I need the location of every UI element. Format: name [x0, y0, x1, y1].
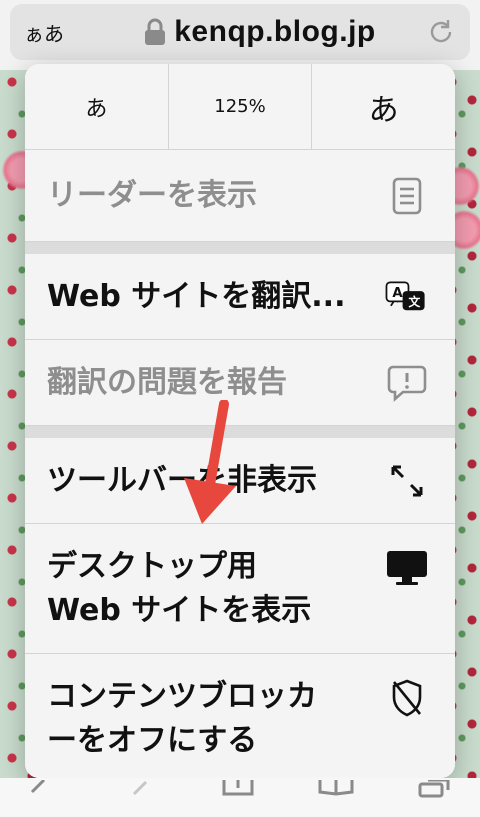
annotation-arrow — [184, 400, 236, 524]
increase-text-size-button[interactable]: あ — [312, 64, 455, 149]
share-icon[interactable] — [220, 780, 256, 810]
shield-off-icon — [385, 676, 429, 720]
forward-icon[interactable] — [126, 780, 162, 810]
report-issue-icon — [385, 361, 429, 405]
zoom-level[interactable]: 125% — [169, 64, 313, 149]
request-desktop-site-item[interactable]: デスクトップ用 Web サイトを表示 — [25, 524, 455, 654]
bookmarks-icon[interactable] — [318, 780, 354, 810]
bottom-toolbar — [0, 778, 480, 817]
tabs-icon[interactable] — [416, 780, 452, 810]
translate-icon: A 文 — [385, 275, 429, 319]
translate-website-item[interactable]: Web サイトを翻訳... A 文 — [25, 254, 455, 340]
url-field[interactable]: kenqp.blog.jp — [94, 15, 426, 49]
lock-icon — [145, 18, 166, 45]
item-label: リーダーを表示 — [47, 177, 257, 213]
item-label: デスクトップ用 Web サイトを表示 — [47, 548, 312, 628]
item-label: 翻訳の問題を報告 — [47, 364, 287, 400]
reload-icon[interactable] — [426, 17, 456, 47]
address-bar[interactable]: ぁあ kenqp.blog.jp — [10, 4, 470, 60]
expand-arrows-icon — [385, 459, 429, 503]
reader-icon — [385, 174, 429, 218]
item-label: コンテンツブロッカ ーをオフにする — [47, 679, 317, 758]
page-settings-button[interactable]: ぁあ — [24, 18, 94, 47]
svg-text:A: A — [392, 286, 403, 301]
item-label: Web サイトを翻訳... — [47, 278, 346, 314]
turn-off-content-blockers-item[interactable]: コンテンツブロッカ ーをオフにする — [25, 654, 455, 778]
desktop-icon — [385, 546, 429, 590]
decrease-text-size-button[interactable]: あ — [25, 64, 169, 149]
svg-text:文: 文 — [408, 294, 420, 308]
back-icon[interactable] — [26, 780, 62, 810]
menu-separator — [25, 242, 455, 254]
show-reader-item[interactable]: リーダーを表示 — [25, 150, 455, 242]
text-size-row: あ 125% あ — [25, 64, 455, 150]
url-text: kenqp.blog.jp — [174, 15, 376, 48]
